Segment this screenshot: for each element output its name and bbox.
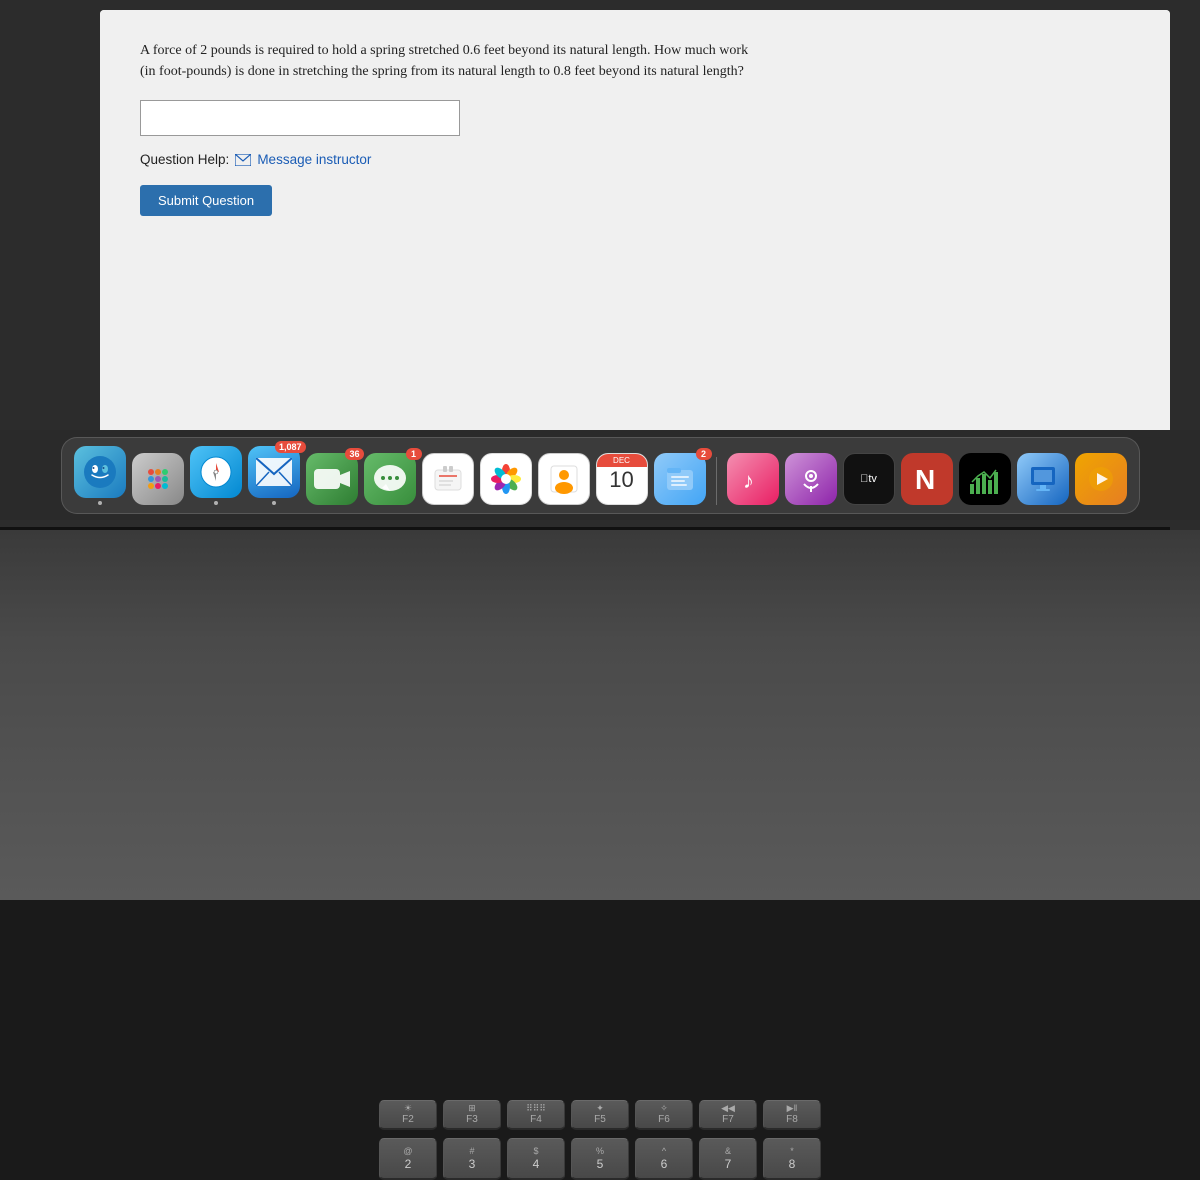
key-4[interactable]: $ 4 [507, 1138, 565, 1180]
question-help: Question Help: Message instructor [140, 152, 1130, 167]
messages-badge: 1 [406, 448, 422, 460]
dock-item-mail[interactable]: 1,087 [248, 446, 300, 505]
svg-text:♪: ♪ [743, 468, 754, 493]
key-3[interactable]: # 3 [443, 1138, 501, 1180]
dock-item-files[interactable]: 2 [654, 453, 706, 505]
contacts-icon [538, 453, 590, 505]
question-help-label: Question Help: [140, 152, 229, 167]
dock-item-safari[interactable] [190, 446, 242, 505]
dock-item-finder[interactable] [74, 446, 126, 505]
dock-item-garageband[interactable] [1075, 453, 1127, 505]
mail-icon [235, 154, 251, 166]
mail-dot [272, 501, 276, 505]
photos-icon [480, 453, 532, 505]
dock-item-stocks[interactable] [959, 453, 1011, 505]
macbook-screen: A force of 2 pounds is required to hold … [100, 10, 1170, 500]
dock: 1,087 36 [61, 437, 1140, 514]
mail-app-icon: 1,087 [248, 446, 300, 498]
files-badge: 2 [696, 448, 712, 460]
key-7[interactable]: & 7 [699, 1138, 757, 1180]
dock-item-photos[interactable] [480, 453, 532, 505]
key-f7[interactable]: ◀◀ F7 [699, 1100, 757, 1130]
keynote-icon [1017, 453, 1069, 505]
keyboard: ☀ F2 ⊞ F3 ⠿⠿⠿ F4 ✦ F5 ✧ F6 ◀◀ F7 [150, 1100, 1050, 1180]
calendar-date: 10 [609, 467, 633, 491]
appletv-icon: tv [843, 453, 895, 505]
facetime-icon: 36 [306, 453, 358, 505]
keyboard-area: ☀ F2 ⊞ F3 ⠿⠿⠿ F4 ✦ F5 ✧ F6 ◀◀ F7 [0, 530, 1200, 900]
netflix-icon: N [901, 453, 953, 505]
question-text: A force of 2 pounds is required to hold … [140, 40, 1130, 82]
dock-item-netflix[interactable]: N [901, 453, 953, 505]
key-f2[interactable]: ☀ F2 [379, 1100, 437, 1130]
safari-icon [190, 446, 242, 498]
key-6[interactable]: ^ 6 [635, 1138, 693, 1180]
dock-item-messages[interactable]: 1 [364, 453, 416, 505]
garageband-icon [1075, 453, 1127, 505]
stocks-icon [959, 453, 1011, 505]
launchpad-icon [132, 453, 184, 505]
dock-item-podcasts[interactable] [785, 453, 837, 505]
number-key-row: @ 2 # 3 $ 4 % 5 ^ 6 & 7 [150, 1138, 1050, 1180]
key-8[interactable]: * 8 [763, 1138, 821, 1180]
reminders-icon [422, 453, 474, 505]
finder-dot [98, 501, 102, 505]
music-icon: ♪ [727, 453, 779, 505]
key-f8[interactable]: ▶‖ F8 [763, 1100, 821, 1130]
key-5[interactable]: % 5 [571, 1138, 629, 1180]
safari-dot [214, 501, 218, 505]
dock-item-calendar[interactable]: DEC 10 [596, 453, 648, 505]
dock-area: 1,087 36 [0, 430, 1200, 520]
dock-item-reminders[interactable] [422, 453, 474, 505]
calendar-icon: DEC 10 [596, 453, 648, 505]
calendar-month: DEC [597, 454, 647, 467]
messages-icon: 1 [364, 453, 416, 505]
dock-item-music[interactable]: ♪ [727, 453, 779, 505]
answer-input[interactable] [140, 100, 460, 136]
dock-item-appletv[interactable]: tv [843, 453, 895, 505]
dock-item-keynote[interactable] [1017, 453, 1069, 505]
screen-content: A force of 2 pounds is required to hold … [100, 10, 1170, 500]
dock-separator [716, 457, 717, 505]
dock-item-facetime[interactable]: 36 [306, 453, 358, 505]
key-f4[interactable]: ⠿⠿⠿ F4 [507, 1100, 565, 1130]
files-icon: 2 [654, 453, 706, 505]
facetime-badge: 36 [345, 448, 363, 460]
key-f5[interactable]: ✦ F5 [571, 1100, 629, 1130]
fn-key-row: ☀ F2 ⊞ F3 ⠿⠿⠿ F4 ✦ F5 ✧ F6 ◀◀ F7 [150, 1100, 1050, 1130]
dock-item-launchpad[interactable] [132, 453, 184, 505]
finder-icon [74, 446, 126, 498]
key-f6[interactable]: ✧ F6 [635, 1100, 693, 1130]
submit-question-button[interactable]: Submit Question [140, 185, 272, 216]
key-f3[interactable]: ⊞ F3 [443, 1100, 501, 1130]
mail-badge: 1,087 [275, 441, 306, 453]
message-instructor-link[interactable]: Message instructor [257, 152, 371, 167]
svg-text:N: N [915, 464, 935, 495]
dock-item-contacts[interactable] [538, 453, 590, 505]
podcasts-icon [785, 453, 837, 505]
key-2[interactable]: @ 2 [379, 1138, 437, 1180]
